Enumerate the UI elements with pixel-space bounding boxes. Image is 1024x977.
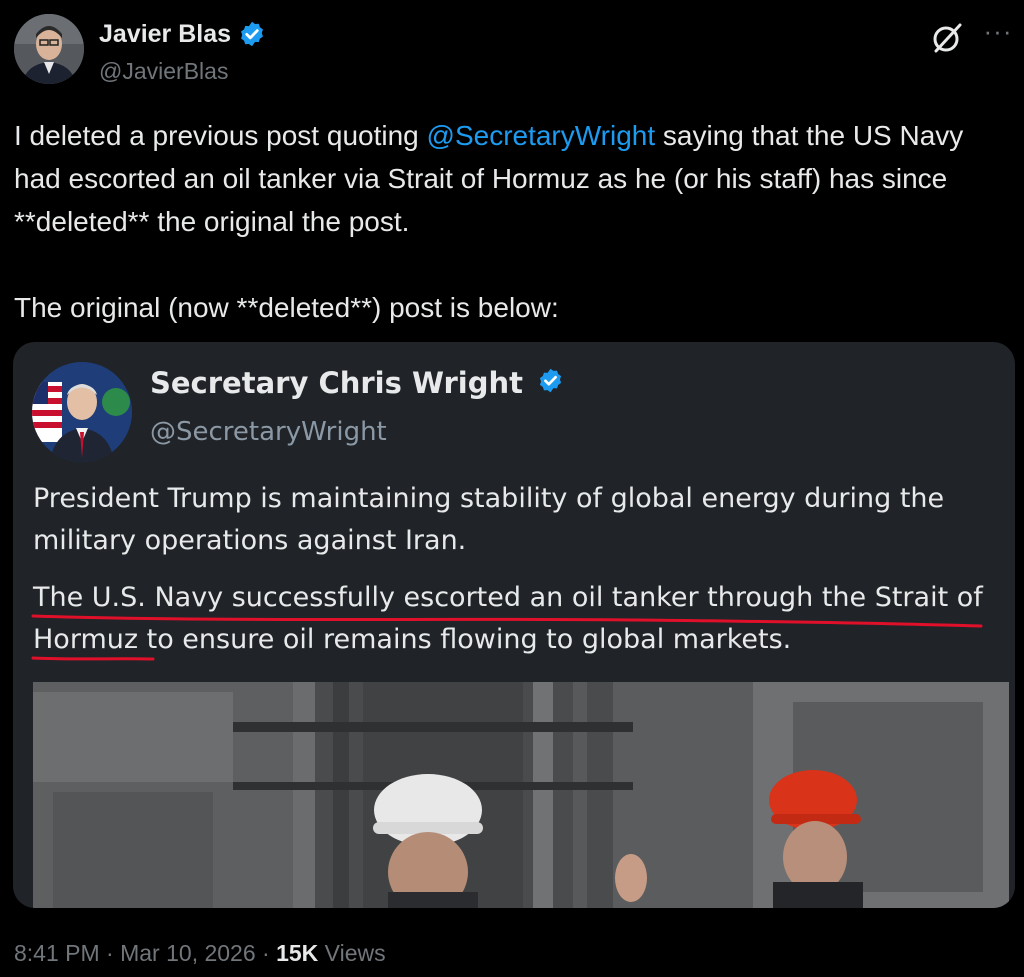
views-label: Views bbox=[318, 940, 386, 966]
mention-link[interactable]: @SecretaryWright bbox=[427, 120, 656, 151]
author-avatar[interactable] bbox=[14, 14, 84, 84]
post-text-line2: The original (now **deleted**) post is b… bbox=[14, 292, 559, 323]
meta-separator-2: · bbox=[255, 940, 277, 966]
quoted-author-name[interactable]: Secretary Chris Wright bbox=[150, 366, 523, 400]
grok-icon[interactable] bbox=[930, 20, 966, 56]
quoted-post-text: President Trump is maintaining stability… bbox=[33, 478, 1003, 661]
quoted-paragraph-1: President Trump is maintaining stability… bbox=[33, 483, 945, 556]
views-count: 15K bbox=[276, 940, 319, 966]
quoted-post-image[interactable] bbox=[33, 682, 1009, 908]
post-date[interactable]: Mar 10, 2026 bbox=[120, 940, 256, 966]
tweet[interactable]: Javier Blas @JavierBlas ··· I deleted a … bbox=[0, 0, 1024, 977]
tweet-text: I deleted a previous post quoting @Secre… bbox=[14, 114, 1014, 329]
author-name[interactable]: Javier Blas bbox=[99, 20, 231, 49]
verified-badge-icon bbox=[241, 21, 263, 47]
author-handle[interactable]: @JavierBlas bbox=[99, 58, 228, 85]
quoted-paragraph-2: The U.S. Navy successfully escorted an o… bbox=[33, 582, 983, 655]
post-text-pre: I deleted a previous post quoting bbox=[14, 120, 427, 151]
quoted-post[interactable]: Secretary Chris Wright @SecretaryWright … bbox=[13, 342, 1015, 908]
post-time[interactable]: 8:41 PM bbox=[14, 940, 100, 966]
post-meta: 8:41 PM · Mar 10, 2026 · 15K Views bbox=[14, 940, 386, 967]
more-icon[interactable]: ··· bbox=[982, 16, 1014, 46]
quoted-author-avatar[interactable] bbox=[32, 362, 132, 462]
quoted-verified-badge-icon bbox=[539, 368, 562, 393]
meta-separator-1: · bbox=[99, 940, 121, 966]
quoted-author-handle[interactable]: @SecretaryWright bbox=[150, 417, 387, 447]
